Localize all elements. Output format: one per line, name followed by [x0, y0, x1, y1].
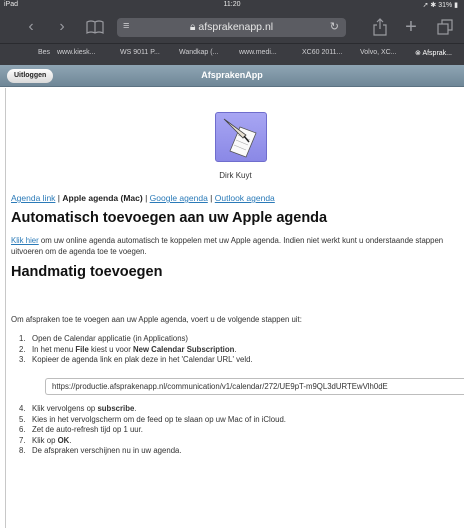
clock: 11:20: [223, 1, 241, 8]
browser-toolbar: ‹ › ≡ 🔒︎ afsprakenapp.nl ↻ +: [0, 11, 464, 43]
forward-icon[interactable]: ›: [55, 17, 69, 37]
step-text: De afspraken verschijnen nu in uw agenda…: [32, 446, 182, 455]
step-bold: New Calendar Subscription: [132, 344, 235, 354]
auto-add-heading: Automatisch toevoegen aan uw Apple agend…: [11, 210, 328, 226]
back-icon[interactable]: ‹: [24, 17, 38, 37]
steps-list: 4. Klik vervolgens op subscribe. 5. Kies i…: [19, 404, 286, 457]
list-item: 3. Kopieer de agenda link en plak deze in…: [19, 355, 253, 366]
manual-add-heading: Handmatig toevoegen: [11, 264, 163, 280]
list-item: 6. Zet de auto-refresh tijd op 1 uur.: [19, 425, 286, 436]
status-bar: iPad 11:20 ➚ ✱ 31% ▮: [0, 0, 464, 11]
step-number: 8.: [19, 446, 26, 455]
agenda-link[interactable]: Agenda link: [11, 193, 55, 203]
calendar-type-nav: Agenda link | Apple agenda (Mac) | Googl…: [11, 193, 275, 203]
list-item: 7. Klik op OK.: [19, 436, 286, 447]
bookmark-item[interactable]: Wandkap (...: [179, 49, 218, 56]
contract-signing-icon: [223, 118, 257, 158]
step-text: Open de Calendar applicatie (in Applicat…: [32, 334, 189, 343]
bookmarks-icon[interactable]: [86, 17, 104, 37]
bookmark-item[interactable]: www.medi...: [239, 49, 277, 56]
list-item: 5. Kies in het vervolgscherm om de feed o…: [19, 415, 286, 426]
step-text: Klik vervolgens op: [32, 404, 98, 413]
apple-agenda-current: Apple agenda (Mac): [62, 193, 143, 203]
share-icon[interactable]: [372, 17, 388, 37]
bookmark-item[interactable]: Volvo, XC...: [360, 49, 397, 56]
step-text: kiest u voor: [88, 344, 133, 354]
outlook-agenda-link[interactable]: Outlook agenda: [215, 193, 275, 203]
calendar-url-field[interactable]: https://productie.afsprakenapp.nl/commun…: [45, 378, 464, 395]
list-item: 8. De afspraken verschijnen nu in uw agen…: [19, 446, 286, 457]
manual-intro: Om afspraken toe te voegen aan uw Apple …: [11, 315, 302, 324]
bookmarks-bar: Bes www.kiesk... WS 9011 P... Wandkap (.…: [0, 43, 464, 65]
list-item: 4. Klik vervolgens op subscribe.: [19, 404, 286, 415]
battery-percent: 31%: [438, 2, 453, 9]
app-title: AfsprakenApp: [201, 70, 263, 80]
separator: |: [57, 193, 61, 203]
step-number: 4.: [19, 404, 26, 413]
main-content: Dirk Kuyt Agenda link | Apple agenda (Ma…: [5, 88, 464, 528]
google-agenda-link[interactable]: Google agenda: [150, 193, 208, 203]
step-number: 2.: [19, 344, 26, 354]
step-text: .: [69, 435, 72, 445]
step-bold: File: [75, 344, 89, 354]
separator: |: [145, 193, 148, 203]
step-number: 1.: [19, 334, 26, 343]
app-header: Uitloggen AfsprakenApp: [0, 65, 464, 87]
separator: |: [210, 193, 213, 203]
new-tab-icon[interactable]: +: [403, 17, 419, 37]
list-item: 2. In het menu File kiest u voor New Cale…: [19, 345, 253, 356]
bookmark-item[interactable]: WS 9011 P...: [120, 49, 160, 56]
lock-icon: 🔒︎: [189, 21, 196, 33]
close-tab-icon[interactable]: ⊗: [415, 50, 421, 57]
reload-icon[interactable]: ↻: [330, 20, 339, 33]
bookmark-item[interactable]: XC60 2011...: [302, 49, 342, 56]
step-bold: OK: [57, 435, 70, 445]
step-number: 7.: [19, 435, 26, 445]
active-tab[interactable]: ⊗ Afsprak...: [415, 49, 452, 57]
step-bold: subscribe: [97, 404, 135, 413]
step-number: 3.: [19, 355, 26, 364]
step-text: In het menu: [32, 344, 76, 354]
step-number: 5.: [19, 414, 26, 424]
active-tab-label: Afsprak...: [422, 50, 453, 57]
address-bar[interactable]: ≡ 🔒︎ afsprakenapp.nl ↻: [117, 18, 346, 37]
list-item: 1. Open de Calendar applicatie (in Applic…: [19, 334, 253, 345]
avatar: [215, 112, 267, 162]
step-text: .: [134, 404, 137, 413]
battery-indicator: ➚ ✱ 31% ▮: [422, 2, 458, 9]
auto-add-description: om uw online agenda automatisch te koppe…: [11, 236, 444, 256]
user-name: Dirk Kuyt: [219, 171, 252, 180]
step-text: .: [234, 344, 237, 354]
step-number: 6.: [19, 425, 26, 434]
step-text: Kopieer de agenda link en plak deze in h…: [32, 355, 253, 364]
steps-list: 1. Open de Calendar applicatie (in Applic…: [19, 334, 253, 366]
url-host: afsprakenapp.nl: [198, 21, 274, 33]
tabs-icon[interactable]: [436, 17, 454, 37]
step-text: Zet de auto-refresh tijd op 1 uur.: [32, 425, 143, 434]
click-here-link[interactable]: Klik hier: [11, 236, 39, 245]
auto-add-text: Klik hier om uw online agenda automatisc…: [11, 235, 461, 257]
bookmark-item[interactable]: Bes: [38, 49, 50, 56]
step-text: Kies in het vervolgscherm om de feed op …: [32, 414, 286, 424]
step-text: Klik op: [32, 435, 58, 445]
bookmark-item[interactable]: www.kiesk...: [57, 49, 96, 56]
